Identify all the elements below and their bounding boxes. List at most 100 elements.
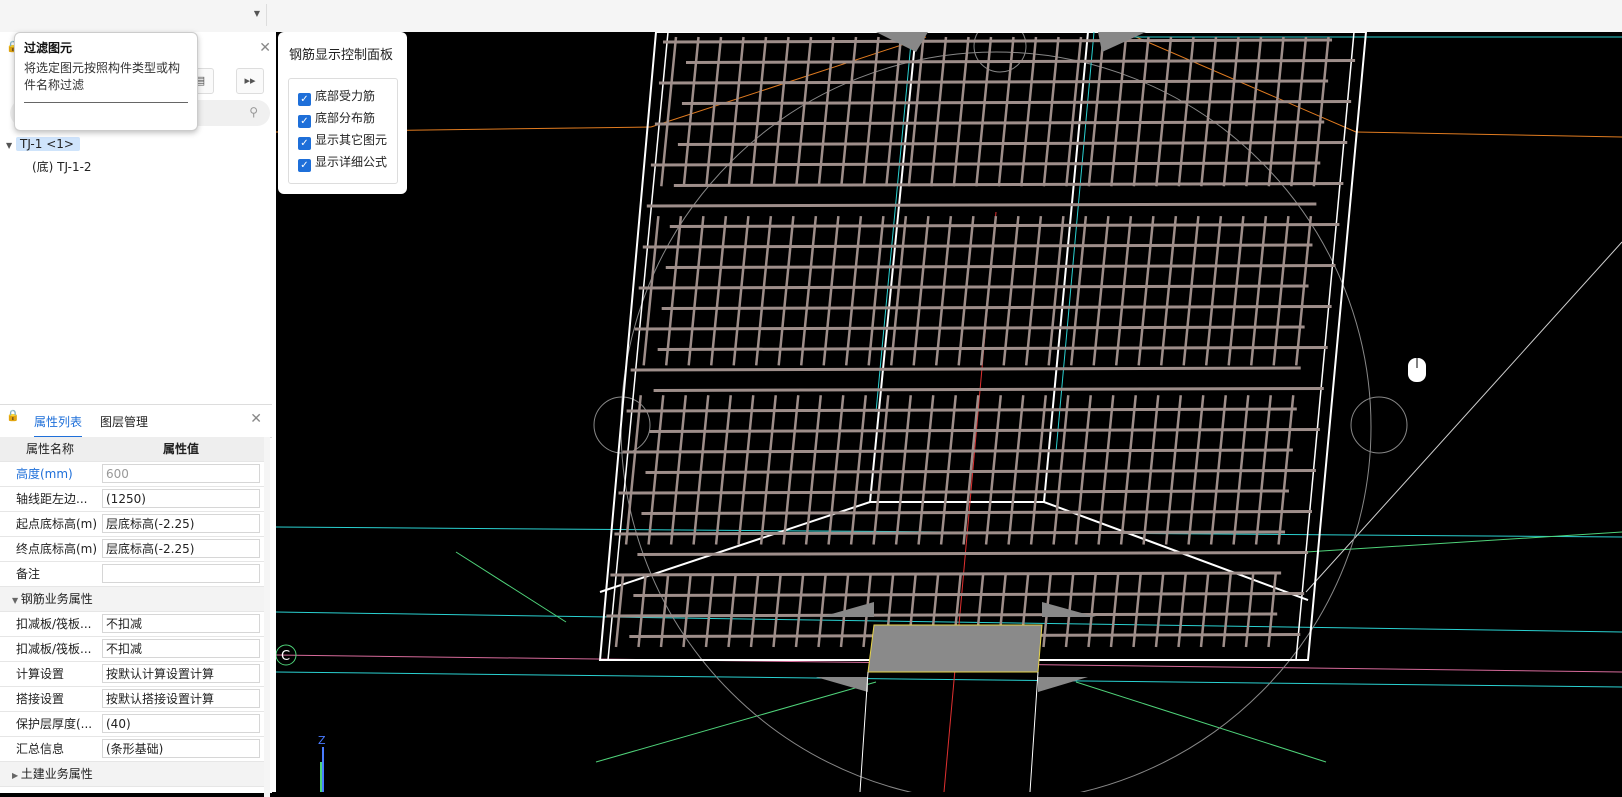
table-row[interactable]: 终点底标高(m) 层底标高(-2.25) — [0, 537, 264, 562]
rebar-bar — [997, 36, 1060, 648]
check-icon[interactable]: ✓ — [298, 137, 311, 150]
rebar-bar — [646, 202, 1317, 208]
property-scrollbar[interactable] — [264, 437, 270, 797]
rebar-bar — [634, 325, 1305, 331]
viewport-drawing: C Z — [276, 32, 1622, 792]
tree-collapse-icon[interactable]: ▼ — [6, 141, 12, 150]
property-value[interactable]: (40) — [102, 714, 260, 733]
mouse-icon — [1408, 358, 1426, 382]
check-icon[interactable]: ✓ — [298, 159, 311, 172]
table-row[interactable]: 计算设置 按默认计算设置计算 — [0, 662, 264, 687]
filter-tooltip: 过滤图元 将选定图元按照构件类型或构件名称过滤 — [14, 32, 198, 131]
rebar-bar — [654, 120, 1325, 126]
rebar-bar — [1199, 36, 1263, 648]
wall-edge — [1029, 671, 1039, 792]
search-icon[interactable]: ⚲ — [249, 105, 258, 119]
property-name: 扣减板/筏板... — [16, 617, 92, 631]
table-row[interactable]: 起点底标高(m) 层底标高(-2.25) — [0, 512, 264, 537]
rebar-bar — [1042, 36, 1105, 648]
cyan-guide-line — [276, 671, 1622, 688]
group-label: ▼ 钢筋业务属性 — [12, 587, 252, 613]
property-name: 终点底标高(m) — [16, 542, 98, 556]
expand-icon[interactable]: ▸▸ — [236, 68, 264, 94]
close-icon[interactable]: ✕ — [250, 411, 262, 427]
property-name: 计算设置 — [16, 667, 65, 681]
property-value[interactable]: 层底标高(-2.25) — [102, 539, 260, 558]
property-value[interactable]: (条形基础) — [102, 739, 260, 758]
property-value[interactable]: 按默认搭接设置计算 — [102, 689, 260, 708]
rebar-control-panel: 钢筋显示控制面板 ✓ 底部受力筋 ✓ 底部分布筋 ✓ 显示其它图元 ✓ 显示详细公式 — [278, 32, 407, 194]
table-row[interactable]: 轴线距左边... (1250) — [0, 487, 264, 512]
table-row[interactable]: 扣减板/筏板... 不扣减 — [0, 637, 264, 662]
rebar-bar — [606, 612, 1278, 618]
rebar-bar — [974, 36, 1038, 648]
table-row[interactable]: 保护层厚度(... (40) — [0, 712, 264, 737]
table-row[interactable]: 汇总信息 (条形基础) — [0, 737, 264, 762]
property-value[interactable]: 按默认计算设置计算 — [102, 664, 260, 683]
checkbox-bottom-dist-rebar[interactable]: ✓ 底部分布筋 — [298, 109, 375, 128]
chamfer-marker — [1038, 677, 1088, 692]
tab-properties[interactable]: 属性列表 — [34, 413, 83, 438]
tree-child[interactable]: (底) TJ-1-2 — [32, 157, 92, 177]
rebar-bar — [618, 489, 1289, 495]
rebar-bar — [626, 407, 1297, 413]
property-panel: 🔒 属性列表 图层管理 ✕ 属性名称 属性值 高度(mm) 600 轴线距左边.… — [0, 404, 272, 797]
table-row[interactable]: 备注 — [0, 562, 264, 587]
table-row[interactable]: 高度(mm) 600 — [0, 462, 264, 487]
lock-icon[interactable]: 🔒 — [6, 409, 20, 423]
property-value[interactable]: 600 — [102, 464, 260, 483]
property-value[interactable]: (1250) — [102, 489, 260, 508]
wall-section — [867, 624, 1043, 673]
property-value[interactable]: 不扣减 — [102, 639, 260, 658]
left-pane: 🔒 ✕ ▤ ▸▸ ⚲ ▼ TJ-1 <1> (底) TJ-1-2 过滤图元 将选… — [0, 32, 282, 797]
check-icon[interactable]: ✓ — [298, 93, 311, 106]
3d-viewport[interactable]: C Z — [276, 32, 1622, 792]
green-guide-line — [1075, 681, 1327, 763]
property-value[interactable] — [102, 564, 260, 583]
layer-dropdown[interactable]: ▼ — [200, 4, 267, 26]
rebar-bar — [952, 36, 1015, 648]
property-tabs: 🔒 属性列表 图层管理 ✕ — [0, 405, 272, 438]
rebar-bar — [653, 387, 1324, 392]
rebar-bar — [642, 243, 1313, 249]
close-icon[interactable]: ✕ — [259, 40, 271, 56]
property-name: 高度(mm) — [16, 467, 73, 481]
table-header: 属性名称 属性值 — [0, 437, 264, 462]
tooltip-body: 将选定图元按照构件类型或构件名称过滤 — [24, 61, 181, 92]
property-table: 属性名称 属性值 高度(mm) 600 轴线距左边... (1250) 起点底标… — [0, 437, 264, 787]
tooltip-title: 过滤图元 — [24, 41, 73, 55]
rebar-bar — [1019, 36, 1083, 648]
property-name: 扣减板/筏板... — [16, 642, 92, 656]
rebar-bar — [862, 36, 925, 648]
grip-circle-right[interactable] — [1350, 396, 1408, 454]
table-row[interactable]: 扣减板/筏板... 不扣减 — [0, 612, 264, 637]
footing-slope — [599, 501, 1309, 601]
rebar-bar — [622, 448, 1293, 454]
property-name: 轴线距左边... — [16, 492, 88, 506]
rebar-bar — [663, 38, 1333, 44]
rebar-bar — [839, 36, 903, 648]
chevron-right-icon: ▶ — [12, 771, 21, 780]
rebar-bar — [1132, 36, 1195, 648]
check-icon[interactable]: ✓ — [298, 115, 311, 128]
z-axis-label: Z — [318, 734, 326, 747]
rebar-bar — [1109, 36, 1173, 648]
property-value[interactable]: 不扣减 — [102, 614, 260, 633]
group-civil-properties[interactable]: ▶ 土建业务属性 — [0, 762, 264, 787]
group-rebar-properties[interactable]: ▼ 钢筋业务属性 — [0, 587, 264, 612]
cyan-axis — [875, 32, 913, 413]
control-panel-title: 钢筋显示控制面板 — [289, 48, 394, 63]
checkbox-show-formula[interactable]: ✓ 显示详细公式 — [298, 153, 387, 172]
rebar-bar — [1064, 36, 1128, 648]
orange-guide-line — [1355, 131, 1622, 138]
checkbox-bottom-main-rebar[interactable]: ✓ 底部受力筋 — [298, 87, 375, 106]
tab-layers[interactable]: 图层管理 — [100, 413, 148, 430]
chevron-down-icon: ▼ — [253, 9, 260, 18]
property-value[interactable]: 层底标高(-2.25) — [102, 514, 260, 533]
checkbox-show-other[interactable]: ✓ 显示其它图元 — [298, 131, 387, 150]
group-label-text: 土建业务属性 — [20, 767, 93, 781]
tree-root-label[interactable]: TJ-1 <1> — [15, 137, 80, 151]
table-row[interactable]: 搭接设置 按默认搭接设置计算 — [0, 687, 264, 712]
rebar-bar — [1087, 36, 1150, 648]
tree-root[interactable]: ▼ TJ-1 <1> — [6, 134, 80, 154]
